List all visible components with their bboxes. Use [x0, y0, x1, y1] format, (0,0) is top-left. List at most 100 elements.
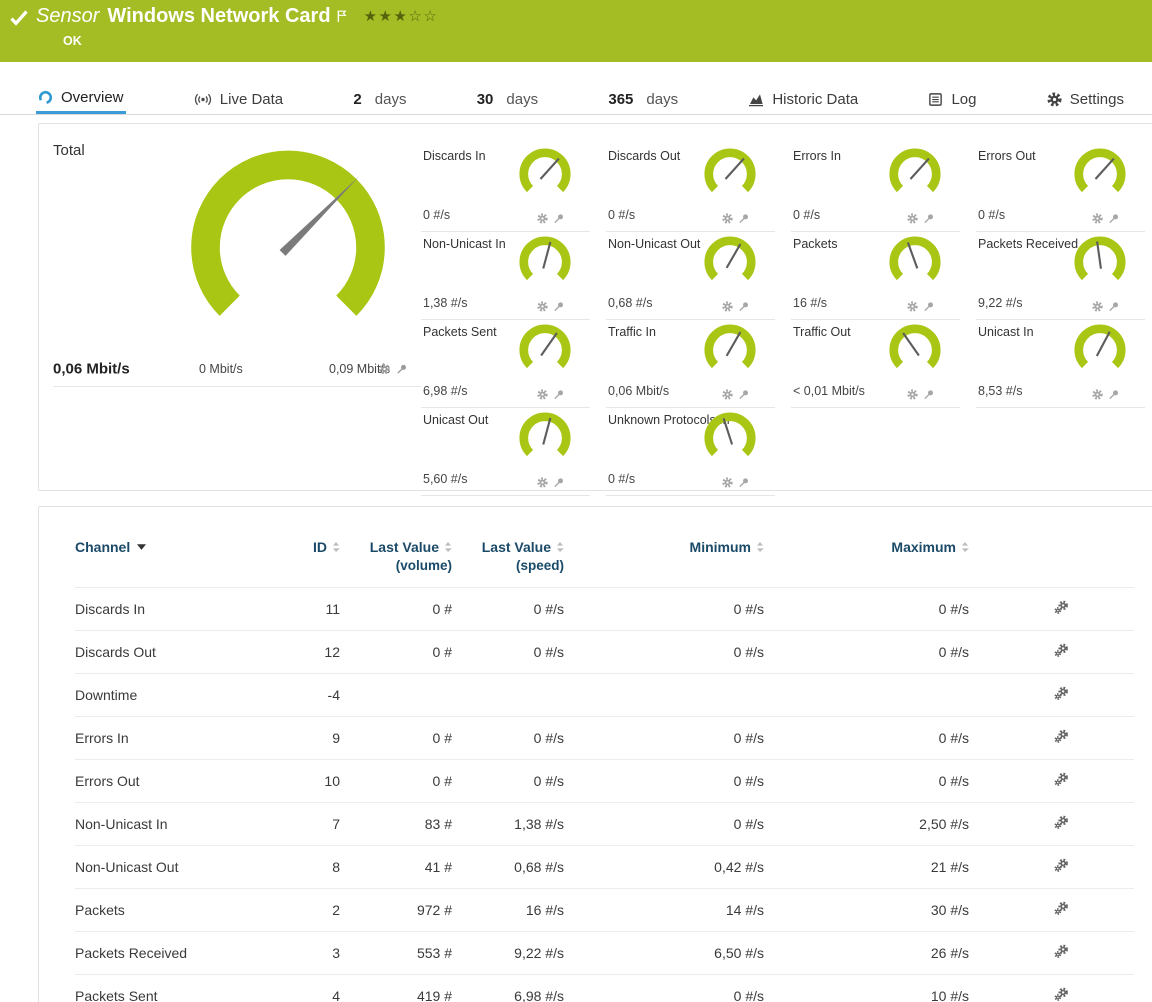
cell-maximum: 26 #/s [764, 932, 969, 975]
mini-gauge-pin-icon[interactable] [1108, 389, 1119, 400]
total-gauge-gear-icon[interactable] [379, 364, 390, 375]
table-row: Discards Out 12 0 # 0 #/s 0 #/s 0 #/s [75, 631, 1134, 674]
mini-gauge-title: Non-Unicast Out [608, 237, 700, 251]
mini-gauge-pin-icon[interactable] [738, 389, 749, 400]
channel-settings-gears-icon[interactable] [1054, 772, 1069, 787]
cell-minimum: 14 #/s [564, 889, 764, 932]
channel-settings-gears-icon[interactable] [1054, 987, 1069, 1002]
mini-gauge-gear-icon[interactable] [722, 389, 733, 400]
cell-minimum: 0 #/s [564, 975, 764, 1002]
channel-settings-gears-icon[interactable] [1054, 643, 1069, 658]
mini-gauge-cell: Unknown Protocols In 0 #/s [606, 408, 775, 496]
tab-log[interactable]: Log [926, 84, 978, 114]
sort-icon[interactable] [332, 542, 340, 552]
tab-live-data[interactable]: Live Data [192, 84, 285, 114]
mini-gauge-pin-icon[interactable] [553, 301, 564, 312]
channel-settings-gears-icon[interactable] [1054, 858, 1069, 873]
mini-gauge-pin-icon[interactable] [923, 389, 934, 400]
cell-last-value-volume: 972 # [340, 889, 452, 932]
mini-gauge-title: Packets Received [978, 237, 1078, 251]
mini-gauge-needle [727, 244, 741, 268]
settings-gear-icon [1047, 92, 1062, 107]
mini-gauge-gear-icon[interactable] [722, 477, 733, 488]
tab-365-days[interactable]: 365days [606, 84, 680, 114]
channel-settings-gears-icon[interactable] [1054, 815, 1069, 830]
mini-gauge-gear-icon[interactable] [1092, 213, 1103, 224]
mini-gauge-gear-icon[interactable] [537, 213, 548, 224]
cell-channel: Packets Sent [75, 975, 285, 1002]
cell-maximum: 2,50 #/s [764, 803, 969, 846]
stars-filled-icon[interactable]: ★★★ [364, 8, 409, 25]
channel-dropdown-caret-icon[interactable] [137, 544, 146, 550]
mini-gauge-title: Traffic Out [793, 325, 851, 339]
star-rating[interactable]: ★★★☆☆ [364, 7, 439, 25]
cell-channel: Non-Unicast In [75, 803, 285, 846]
tab-historic-data[interactable]: Historic Data [746, 84, 860, 114]
tab-30-days[interactable]: 30days [475, 84, 540, 114]
column-header-minimum[interactable]: Minimum [564, 533, 764, 588]
sort-icon[interactable] [756, 542, 764, 552]
column-header-last-value-volume[interactable]: Last Value (volume) [340, 533, 452, 588]
mini-gauge-gear-icon[interactable] [1092, 389, 1103, 400]
cell-last-value-volume: 83 # [340, 803, 452, 846]
sensor-header: Sensor Windows Network Card ★★★☆☆ OK [0, 0, 1152, 62]
mini-gauge-gear-icon[interactable] [722, 301, 733, 312]
sort-icon[interactable] [961, 542, 969, 552]
channel-settings-gears-icon[interactable] [1054, 901, 1069, 916]
mini-gauge-cell: Non-Unicast Out 0,68 #/s [606, 232, 775, 320]
mini-gauge-cell: Traffic Out < 0,01 Mbit/s [791, 320, 960, 408]
mini-gauge-pin-icon[interactable] [738, 213, 749, 224]
mini-gauge [701, 323, 759, 377]
stars-empty-icon[interactable]: ☆☆ [408, 8, 438, 25]
sort-icon[interactable] [556, 542, 564, 552]
cell-last-value-volume [340, 674, 452, 717]
mini-gauge-pin-icon[interactable] [923, 213, 934, 224]
mini-gauge-needle [1095, 159, 1113, 179]
mini-gauge-gear-icon[interactable] [537, 389, 548, 400]
mini-gauge-gear-icon[interactable] [537, 301, 548, 312]
mini-gauge-title: Non-Unicast In [423, 237, 506, 251]
mini-gauge-cell: Discards In 0 #/s [421, 144, 590, 232]
channel-settings-gears-icon[interactable] [1054, 686, 1069, 701]
mini-gauge-title: Packets [793, 237, 837, 251]
tab-2-days[interactable]: 2days [351, 84, 408, 114]
mini-gauge-gear-icon[interactable] [907, 389, 918, 400]
mini-gauge-gear-icon[interactable] [1092, 301, 1103, 312]
mini-gauge-pin-icon[interactable] [553, 389, 564, 400]
mini-gauge-pin-icon[interactable] [738, 477, 749, 488]
mini-gauge [516, 323, 574, 377]
channel-settings-gears-icon[interactable] [1054, 729, 1069, 744]
column-header-id[interactable]: ID [285, 533, 340, 588]
flag-icon[interactable] [337, 6, 348, 29]
mini-gauge-pin-icon[interactable] [553, 213, 564, 224]
table-row: Errors In 9 0 # 0 #/s 0 #/s 0 #/s [75, 717, 1134, 760]
mini-gauge-pin-icon[interactable] [1108, 301, 1119, 312]
mini-gauge-needle [727, 332, 741, 356]
channel-settings-gears-icon[interactable] [1054, 944, 1069, 959]
mini-gauge-value: 0 #/s [608, 208, 635, 222]
mini-gauge-gear-icon[interactable] [722, 213, 733, 224]
mini-gauge-title: Discards Out [608, 149, 680, 163]
tab-settings[interactable]: Settings [1045, 84, 1126, 114]
sort-icon[interactable] [444, 542, 452, 552]
total-gauge-pin-icon[interactable] [396, 364, 407, 375]
mini-gauge-gear-icon[interactable] [537, 477, 548, 488]
mini-gauge-pin-icon[interactable] [738, 301, 749, 312]
mini-gauge [701, 235, 759, 289]
mini-gauge-gear-icon[interactable] [907, 213, 918, 224]
mini-gauge-pin-icon[interactable] [923, 301, 934, 312]
mini-gauge-needle [1097, 241, 1101, 268]
mini-gauge-gear-icon[interactable] [907, 301, 918, 312]
mini-gauge-pin-icon[interactable] [553, 477, 564, 488]
tab-overview[interactable]: Overview [36, 84, 126, 114]
cell-minimum: 0,42 #/s [564, 846, 764, 889]
channel-settings-gears-icon[interactable] [1054, 600, 1069, 615]
table-row: Downtime -4 [75, 674, 1134, 717]
column-header-channel[interactable]: Channel [75, 533, 285, 588]
mini-gauge-pin-icon[interactable] [1108, 213, 1119, 224]
column-header-actions [969, 533, 1134, 588]
column-header-last-value-speed[interactable]: Last Value (speed) [452, 533, 564, 588]
total-gauge-title: Total [53, 142, 85, 159]
column-header-maximum[interactable]: Maximum [764, 533, 969, 588]
cell-last-value-speed: 0 #/s [452, 631, 564, 674]
